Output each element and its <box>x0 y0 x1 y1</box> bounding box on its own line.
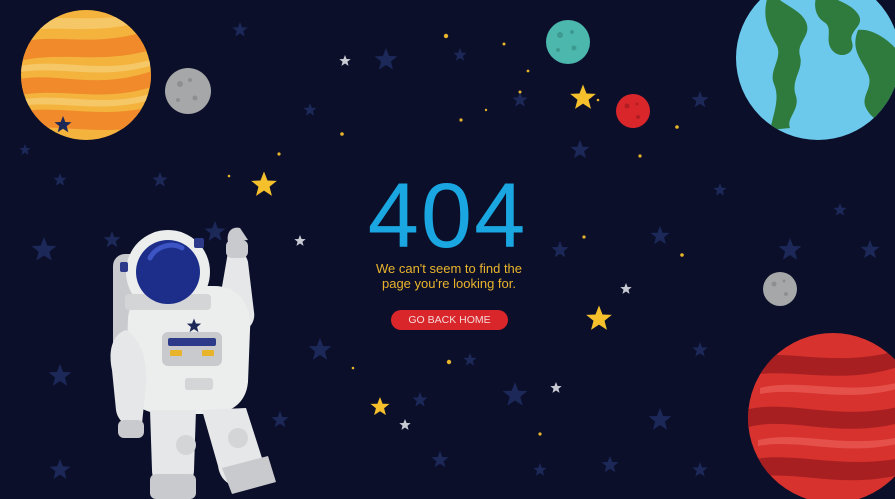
grey-moon-icon <box>763 272 797 306</box>
orange-planet-icon <box>21 10 151 140</box>
error-message-line2: page you're looking for. <box>381 276 517 291</box>
error-message-line1: We can't seem to find the <box>375 261 523 276</box>
teal-planet-icon <box>546 20 590 64</box>
astronaut-icon <box>110 227 276 499</box>
moon-icon <box>165 68 211 114</box>
go-back-home-button[interactable]: GO BACK HOME <box>391 310 508 330</box>
error-404-scene: 404 We can't seem to find the page you'r… <box>0 0 895 499</box>
earth-planet-icon <box>736 0 895 140</box>
error-message: We can't seem to find the page you're lo… <box>349 261 549 291</box>
error-code: 404 <box>367 165 528 267</box>
red-planet-icon <box>748 333 895 499</box>
red-moon-icon <box>616 94 650 128</box>
